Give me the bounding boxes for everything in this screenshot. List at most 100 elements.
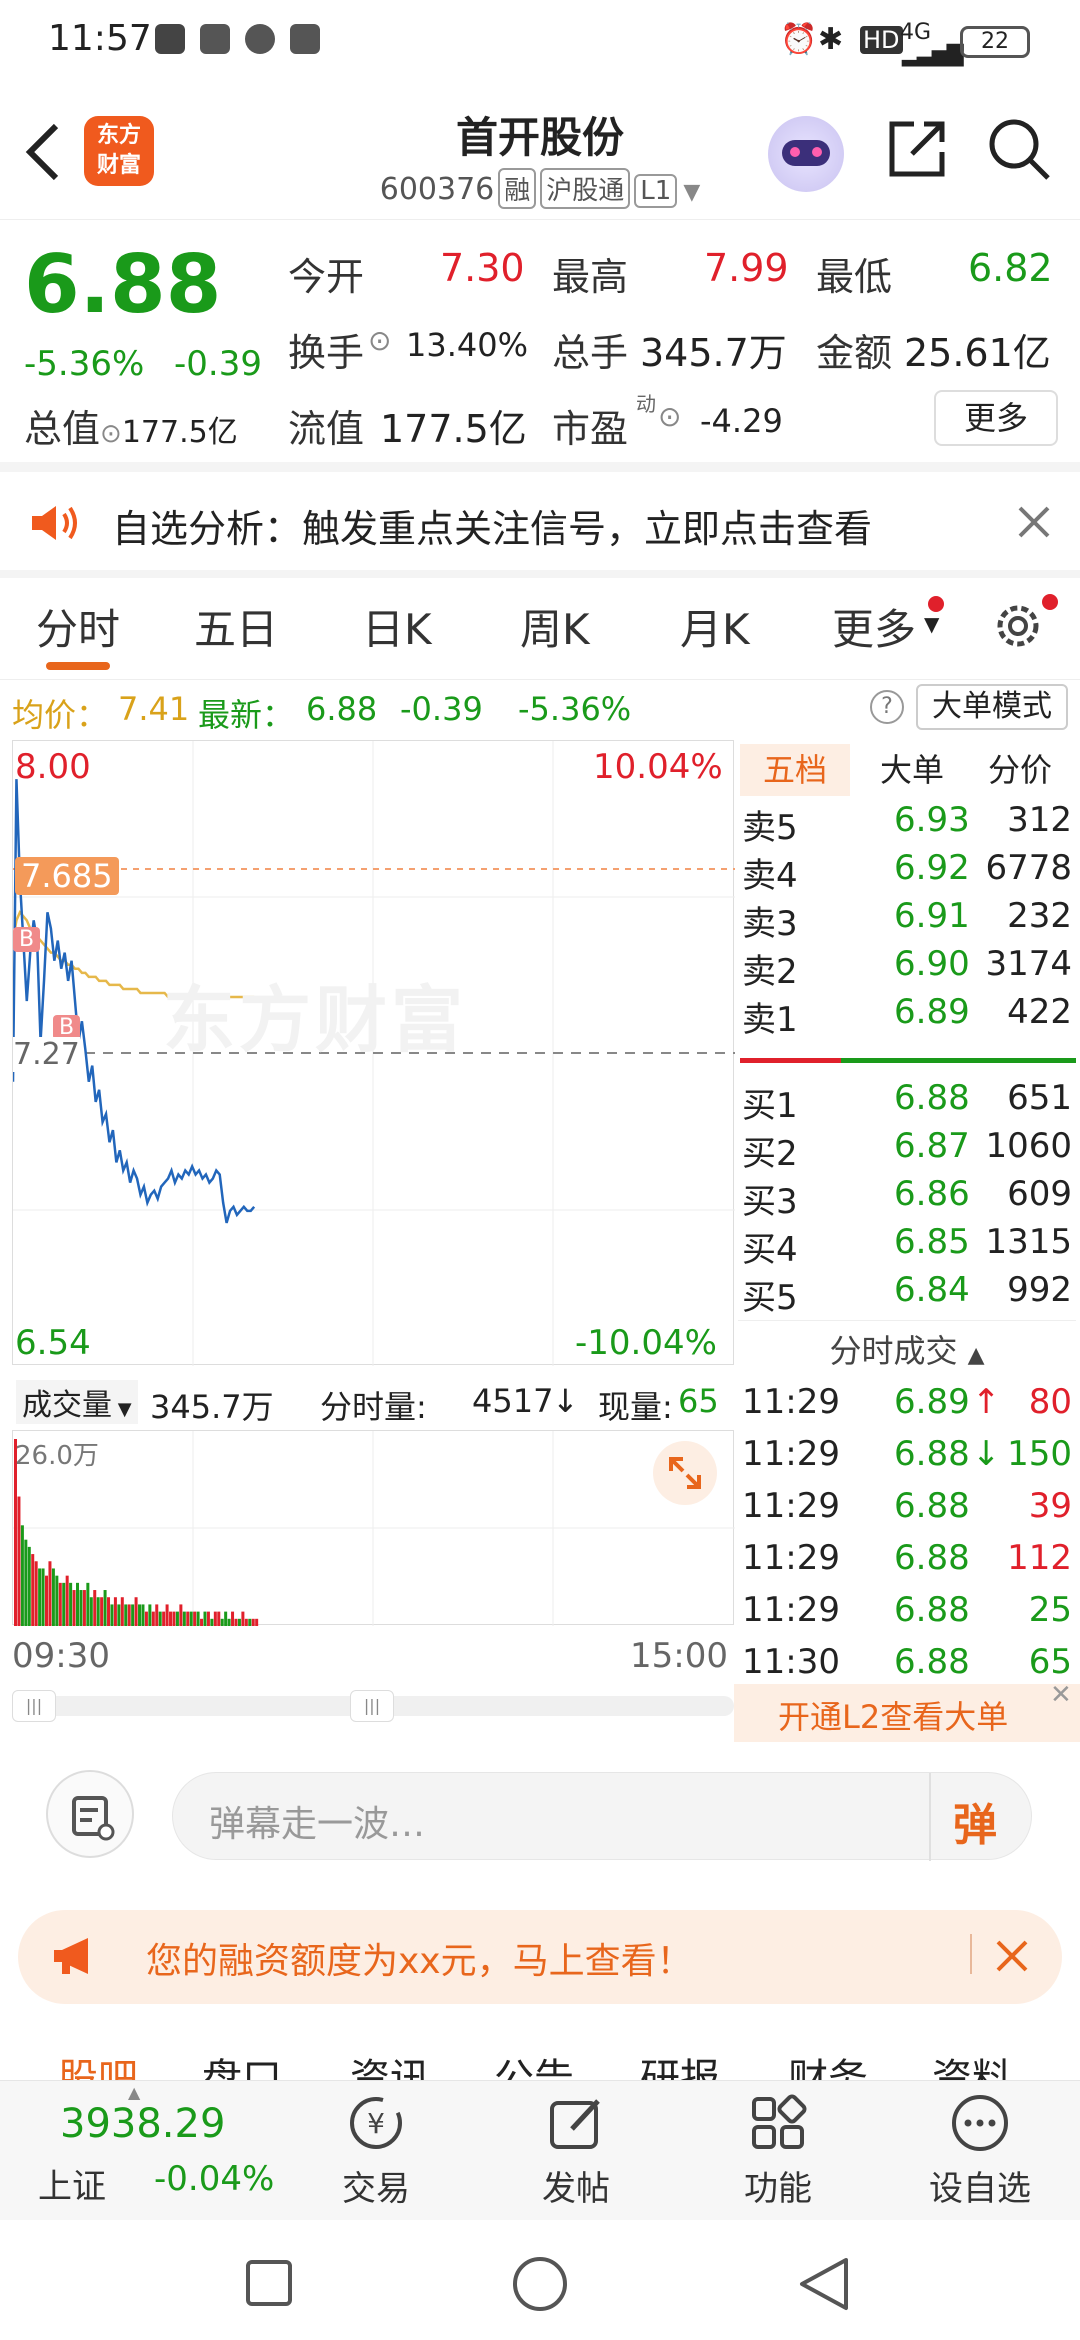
ask-row[interactable]: 卖1 6.89 422 [738,992,1076,1040]
l2-banner[interactable]: 开通L2查看大单 ✕ [734,1680,1080,1742]
dropdown-icon[interactable]: ▼ [683,180,700,205]
bid-level: 买5 [742,1278,798,1318]
index-widget[interactable]: ▲ 3938.29 上证 -0.04% [0,2081,280,2221]
ask-level: 卖5 [742,808,798,848]
margin-ad-banner[interactable]: 您的融资额度为xx元，马上查看！ [18,1910,1062,2004]
volume-bar [144,1611,148,1626]
trades-title[interactable]: 分时成交 ▲ [738,1326,1076,1372]
bid-row[interactable]: 买2 6.87 1060 [738,1126,1076,1174]
ask-row[interactable]: 卖4 6.92 6778 [738,848,1076,896]
divider [929,1773,931,1861]
bid-row[interactable]: 买5 6.84 992 [738,1270,1076,1318]
battery-icon: 22 [960,26,1030,58]
tab-pankou[interactable]: 盘口 [202,2046,282,2080]
ask-row[interactable]: 卖3 6.91 232 [738,896,1076,944]
amount-value: 25.61亿 [904,331,1051,375]
nav-add-favorite[interactable]: 设自选 [900,2091,1060,2211]
trade-direction-icon: ↓ [972,1434,1001,1474]
bid-row[interactable]: 买1 6.88 651 [738,1078,1076,1126]
bid-row[interactable]: 买3 6.86 609 [738,1174,1076,1222]
bid-row[interactable]: 买4 6.85 1315 [738,1222,1076,1270]
volume-bar [110,1604,114,1626]
tab-announcement[interactable]: 公告 [494,2046,574,2080]
volume-bar [48,1561,52,1626]
volume-bar [124,1604,128,1626]
gear-icon[interactable] [990,598,1046,654]
tab-monthly-k[interactable]: 月K [680,596,750,657]
tab-guba[interactable]: 股吧 [58,2046,138,2080]
volume-bar [248,1618,252,1626]
amount-label: 金额 [816,331,893,375]
tab-more[interactable]: 更多 [832,596,916,657]
scroll-handle-right[interactable]: ||| [350,1690,394,1722]
fenshi-vol-label: 分时量: [320,1388,427,1426]
nav-trade[interactable]: ¥ 交易 [296,2091,456,2211]
ad-text: 您的融资额度为xx元，马上查看！ [146,1941,693,1982]
volume-bar [89,1597,93,1626]
tab-profile[interactable]: 资料 [932,2046,1012,2080]
scroll-handle-left[interactable]: ||| [12,1690,56,1722]
tab-big-orders[interactable]: 大单 [864,744,960,796]
info-icon[interactable]: ⊙ [368,324,391,357]
nav-function[interactable]: 功能 [698,2091,858,2211]
buy-marker[interactable]: B [13,927,41,952]
volume-bar [100,1597,104,1626]
ask-row[interactable]: 卖5 6.93 312 [738,800,1076,848]
avg-label: 均价： [12,696,109,734]
tab-research[interactable]: 研报 [640,2046,720,2080]
info-line: 均价： 7.41 最新： 6.88 -0.39 -5.36% ? 大单模式 [0,684,1080,734]
expand-icon[interactable] [653,1441,717,1505]
close-icon[interactable]: ✕ [1050,1680,1072,1710]
latest-value: 6.88 [306,690,378,728]
tab-price-dist[interactable]: 分价 [970,744,1070,796]
volume-bar [134,1597,138,1626]
tab-finance[interactable]: 财务 [788,2046,868,2080]
divider [970,1934,972,1974]
volume-bar [224,1611,228,1626]
volume-selector[interactable]: 成交量 ▼ [16,1380,138,1424]
level-tag: L1 [634,174,678,208]
more-button[interactable]: 更多 [934,390,1058,446]
high-label: 最高 [552,255,629,299]
danmu-settings-icon[interactable] [46,1770,134,1858]
avg-value: 7.41 [118,690,190,728]
danmu-input[interactable]: 弹幕走一波… 弹 [172,1772,1032,1861]
volume-bar [151,1611,155,1626]
tab-fenshi[interactable]: 分时 [36,596,120,657]
volume-bar [186,1611,190,1626]
ask-row[interactable]: 卖2 6.90 3174 [738,944,1076,992]
info-icon[interactable]: ⊙ [100,419,122,449]
volume-total: 345.7万 [150,1388,274,1426]
megaphone-icon [54,1938,88,1974]
speaker-icon [32,506,77,540]
bid-level: 买4 [742,1230,798,1270]
volume-bar [196,1611,200,1626]
volume-bar [17,1496,21,1626]
divider [738,1320,1076,1321]
tab-weekly-k[interactable]: 周K [520,596,590,657]
home-icon[interactable] [510,2254,570,2314]
trade-volume: 112 [1007,1538,1072,1578]
nav-function-label: 功能 [744,2169,812,2209]
volume-bar [69,1582,73,1626]
tab-five-levels[interactable]: 五档 [740,744,850,796]
volume-bar [72,1590,76,1626]
status-bar: 11:57 ⏰ ✱ HD 4G ▂▃▅▇ 22 [0,0,1080,86]
close-icon[interactable] [1016,504,1052,540]
telegram-icon [290,24,320,54]
tab-news[interactable]: 资讯 [350,2046,430,2080]
danmu-send-button[interactable]: 弹 [953,1789,997,1853]
tab-5day[interactable]: 五日 [194,596,278,657]
back-nav-icon[interactable] [796,2254,852,2314]
recent-apps-icon[interactable] [244,2258,294,2308]
notice-bar[interactable]: 自选分析：触发重点关注信号，立即点击查看 [0,472,1080,572]
volume-chart[interactable]: 26.0万 [12,1430,735,1626]
close-icon[interactable] [994,1938,1030,1974]
intraday-chart[interactable]: 东方财富 8.00 10.04% 7.685 B B 7.27 6.54 -10… [12,740,735,1366]
tab-daily-k[interactable]: 日K [362,596,432,657]
info-icon[interactable]: ⊙ [658,400,681,433]
volume-bar [41,1568,45,1626]
nav-post[interactable]: 发帖 [496,2091,656,2211]
big-order-mode-button[interactable]: 大单模式 [916,684,1068,730]
help-icon[interactable]: ? [870,690,904,724]
